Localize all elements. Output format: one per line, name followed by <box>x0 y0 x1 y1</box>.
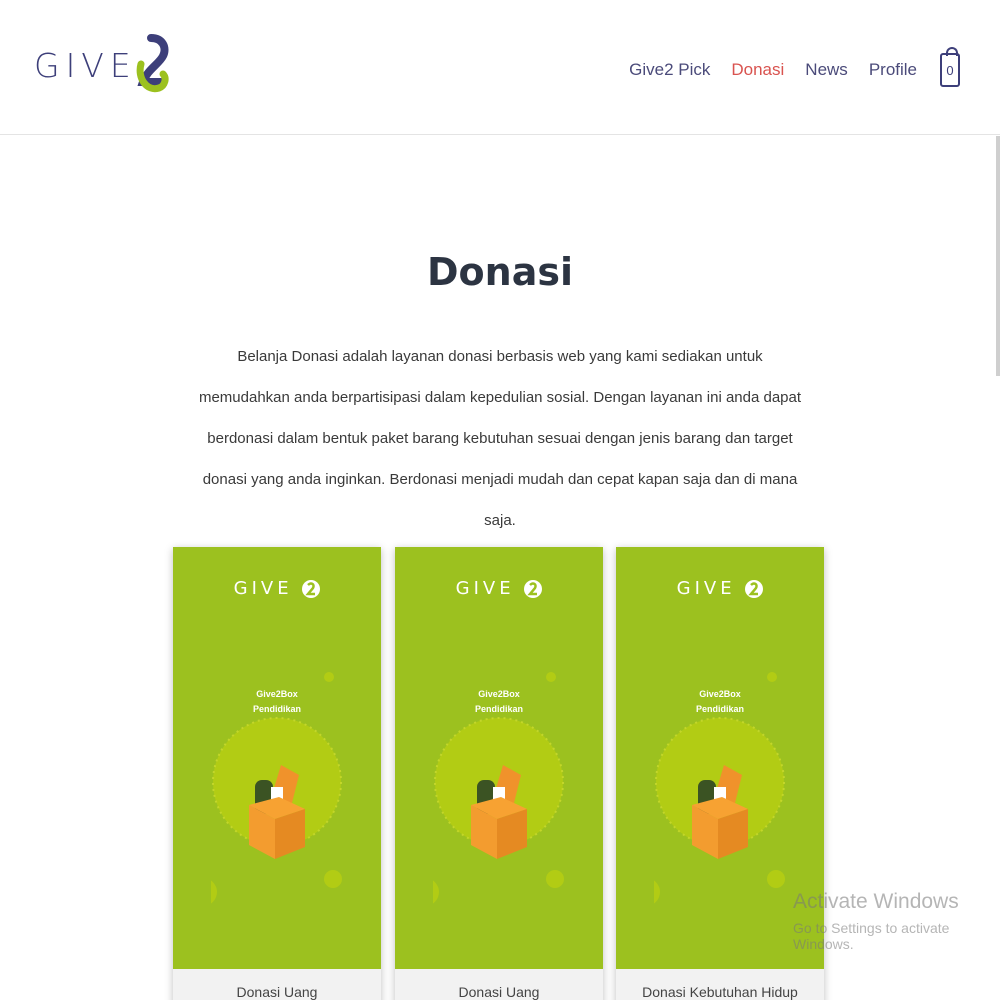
nav-profile[interactable]: Profile <box>869 60 917 80</box>
card-brand: GIVE <box>173 577 381 601</box>
card-caption[interactable]: Donasi Kebutuhan Hidup <box>616 969 824 1000</box>
card-caption[interactable]: Donasi Uang <box>173 969 381 1000</box>
logo-2-mark-icon <box>524 580 543 598</box>
watermark-subtitle: Go to Settings to activate Windows. <box>793 920 950 952</box>
logo-2-mark-icon <box>302 580 321 598</box>
page-title: Donasi <box>427 250 573 294</box>
cart-count: 0 <box>946 62 954 78</box>
nav-donasi[interactable]: Donasi <box>731 60 784 80</box>
card-image-label: Give2Box Pendidikan <box>252 689 301 714</box>
card-image-label: Give2Box Pendidikan <box>474 689 523 714</box>
logo-2-mark-icon <box>136 34 169 93</box>
windows-activation-watermark: Activate Windows Go to Settings to activ… <box>793 890 1000 952</box>
cart-icon[interactable]: 0 <box>940 47 960 87</box>
card-image-label: Give2Box Pendidikan <box>695 689 744 714</box>
logo-2-mark-icon <box>745 580 764 598</box>
watermark-title: Activate Windows <box>793 890 959 913</box>
page-description: Belanja Donasi adalah layanan donasi ber… <box>198 348 802 529</box>
nav-give2-pick[interactable]: Give2 Pick <box>629 60 710 80</box>
card-caption[interactable]: Donasi Uang <box>395 969 603 1000</box>
site-header: GIVE Give2 Pick Donasi News Profile 0 <box>0 0 1000 135</box>
main-nav: Give2 Pick Donasi News Profile 0 <box>629 47 960 87</box>
donation-card[interactable]: GIVE Give2Box Pendidikan Donasi Uang <box>173 547 381 1000</box>
card-brand: GIVE <box>616 577 824 601</box>
card-brand: GIVE <box>395 577 603 601</box>
give2-logo[interactable]: GIVE <box>34 34 169 96</box>
nav-news[interactable]: News <box>805 60 848 80</box>
logo-text: GIVE <box>34 45 137 85</box>
donation-card[interactable]: GIVE Give2Box Pendidikan Donasi Uang <box>395 547 603 1000</box>
